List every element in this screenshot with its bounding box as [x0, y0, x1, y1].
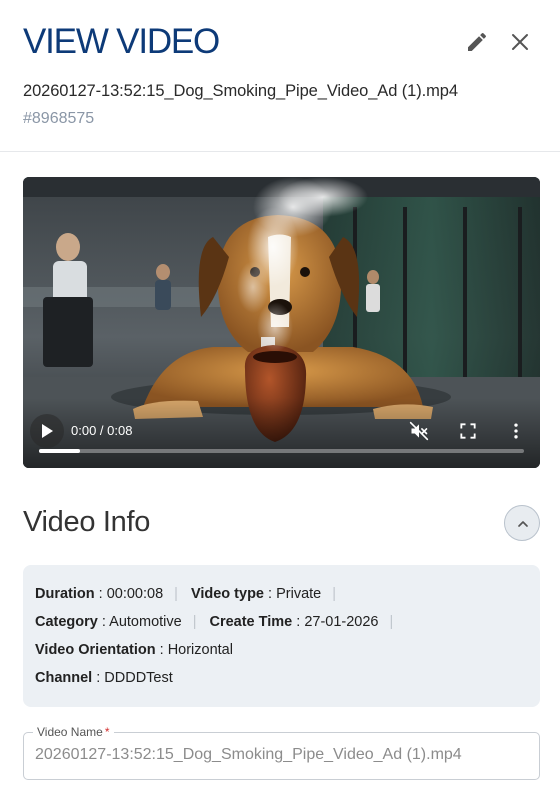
play-icon	[42, 424, 53, 438]
more-vertical-icon	[514, 423, 518, 439]
info-key: Video Orientation	[35, 642, 156, 658]
time-display: 0:00 / 0:08	[71, 423, 133, 438]
section-title: Video Info	[23, 506, 151, 538]
player-controls: 0:00 / 0:08	[23, 398, 540, 468]
more-options-button[interactable]	[506, 421, 526, 441]
edit-button[interactable]	[465, 30, 489, 54]
close-icon	[512, 34, 528, 50]
info-value: 00:00:08	[106, 586, 164, 602]
video-name-label: Video Name *	[33, 725, 114, 739]
video-filename: 20260127-13:52:15_Dog_Smoking_Pipe_Video…	[23, 82, 458, 100]
chevron-up-icon	[518, 521, 528, 527]
info-row: Channel : DDDDTest	[35, 670, 173, 686]
info-value: Automotive	[109, 614, 182, 630]
info-key: Video type	[190, 586, 264, 602]
info-key: Category	[35, 614, 98, 630]
play-button[interactable]	[30, 414, 64, 448]
fullscreen-button[interactable]	[458, 421, 478, 441]
progress-bar[interactable]	[39, 449, 524, 453]
mute-button[interactable]	[409, 421, 429, 441]
close-button[interactable]	[508, 30, 532, 54]
video-id: #8968575	[23, 110, 95, 127]
info-row: Category : Automotive | Create Time : 27-0…	[35, 614, 394, 630]
video-info-panel: Duration : 00:00:08 | Video type : Private…	[23, 565, 540, 707]
fullscreen-icon	[460, 423, 476, 439]
info-key: Channel	[35, 670, 93, 686]
info-value: DDDDTest	[104, 670, 173, 686]
page-title: VIEW VIDEO	[23, 22, 220, 61]
video-player[interactable]: 0:00 / 0:08	[23, 177, 540, 468]
video-name-field: Video Name *	[23, 725, 540, 780]
pencil-icon	[468, 32, 487, 51]
info-value: 27-01-2026	[304, 614, 379, 630]
info-value: Private	[276, 586, 322, 602]
info-key: Create Time	[209, 614, 293, 630]
info-value: Horizontal	[167, 642, 233, 658]
collapse-button[interactable]	[504, 505, 540, 541]
info-row: Video Orientation : Horizontal	[35, 642, 233, 658]
required-mark: *	[104, 725, 110, 739]
muted-volume-icon	[409, 421, 429, 441]
modal-header: VIEW VIDEO 20260127-13:52:15_Dog_Smoking…	[0, 0, 560, 152]
info-key: Duration	[35, 586, 95, 602]
progress-buffered	[39, 449, 81, 453]
info-row: Duration : 00:00:08 | Video type : Private…	[35, 586, 337, 602]
video-name-input[interactable]	[35, 746, 525, 764]
